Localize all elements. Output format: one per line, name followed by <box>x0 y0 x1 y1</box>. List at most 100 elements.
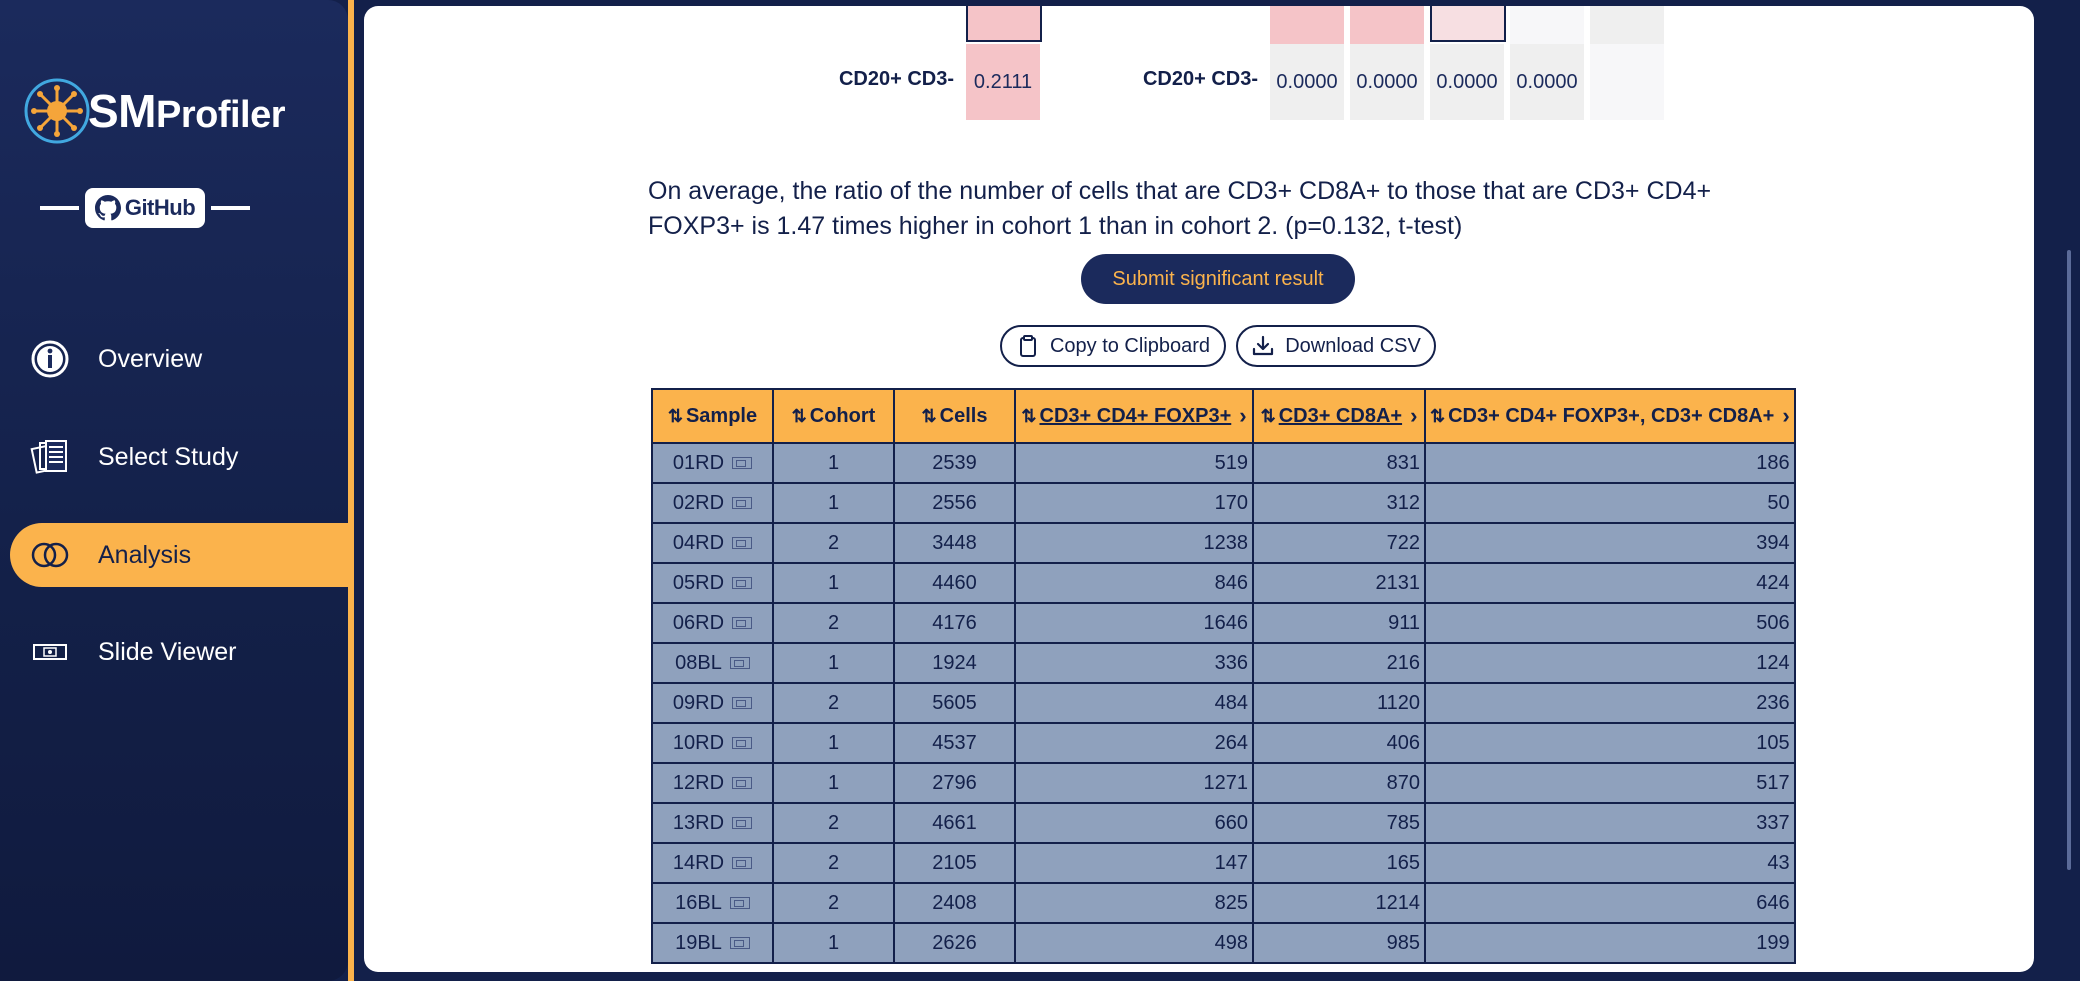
cell-foxp3: 170 <box>1014 482 1254 524</box>
slide-view-icon[interactable] <box>732 777 753 790</box>
slide-view-icon[interactable] <box>732 497 753 510</box>
download-csv-button[interactable]: Download CSV <box>1236 325 1436 367</box>
cell-sample: 10RD <box>651 722 774 764</box>
cell-foxp3-value: 498 <box>1214 931 1248 954</box>
sort-icon[interactable]: ⇅ <box>668 406 683 427</box>
heatmap-cell-left[interactable]: 0.2111 <box>966 44 1040 120</box>
copy-to-clipboard-button[interactable]: Copy to Clipboard <box>1000 325 1226 367</box>
sort-icon[interactable]: ⇅ <box>1021 406 1036 427</box>
slide-view-icon[interactable] <box>729 657 750 670</box>
chevron-right-icon[interactable]: › <box>1239 403 1246 429</box>
heatmap-cell[interactable] <box>1590 6 1664 44</box>
cell-foxp3: 336 <box>1014 642 1254 684</box>
cell-cells: 2539 <box>893 442 1016 484</box>
nav-analysis[interactable]: Analysis <box>10 523 348 587</box>
column-header-label[interactable]: CD3+ CD4+ FOXP3+ <box>1040 405 1232 428</box>
cell-combined-value: 517 <box>1756 771 1790 794</box>
cell-foxp3-value: 1238 <box>1203 531 1249 554</box>
cell-cohort: 2 <box>772 682 895 724</box>
heatmap-cell[interactable]: 0.0000 <box>1430 44 1504 120</box>
slide-view-icon[interactable] <box>732 537 753 550</box>
sort-icon[interactable]: ⇅ <box>922 406 937 427</box>
cell-combined-value: 394 <box>1756 531 1790 554</box>
cell-foxp3: 660 <box>1014 802 1254 844</box>
scrollbar[interactable] <box>2067 250 2071 870</box>
cell-combined: 50 <box>1424 482 1796 524</box>
slide-icon <box>30 632 70 672</box>
cell-cd8a-value: 165 <box>1386 851 1420 874</box>
slide-view-icon[interactable] <box>729 897 750 910</box>
cell-cd8a-value: 911 <box>1388 611 1420 634</box>
heatmap-cell[interactable]: 0.0000 <box>1510 44 1584 120</box>
sort-icon[interactable]: ⇅ <box>792 406 807 427</box>
heatmap-cell-empty[interactable] <box>1590 44 1664 120</box>
cell-cells: 2408 <box>893 882 1016 924</box>
submit-significant-result-button[interactable]: Submit significant result <box>1081 254 1355 304</box>
cell-sample: 05RD <box>651 562 774 604</box>
cell-cohort-value: 1 <box>827 571 840 594</box>
sort-icon[interactable]: ⇅ <box>1430 406 1445 427</box>
smprofiler-logo[interactable]: SM Profiler <box>22 76 286 146</box>
slide-view-icon[interactable] <box>732 457 753 470</box>
heatmap-cell[interactable] <box>1270 6 1344 44</box>
divider-right <box>211 206 250 210</box>
cell-combined-value: 506 <box>1756 611 1790 634</box>
cell-combined: 394 <box>1424 522 1796 564</box>
table-row: 01RD 1 2539 519 831 186 <box>651 442 1796 484</box>
cell-cohort: 1 <box>772 562 895 604</box>
nav-select-study-label: Select Study <box>98 442 239 471</box>
cell-cells-value: 5605 <box>932 691 977 714</box>
cell-combined-value: 186 <box>1756 451 1790 474</box>
cell-combined: 186 <box>1424 442 1796 484</box>
nav-slide-viewer[interactable]: Slide Viewer <box>10 620 348 684</box>
cell-cd8a: 2131 <box>1252 562 1426 604</box>
heatmap-cell[interactable] <box>1350 6 1424 44</box>
nav-overview[interactable]: Overview <box>10 327 348 391</box>
column-header-combined[interactable]: ⇅ CD3+ CD4+ FOXP3+, CD3+ CD8A+ › <box>1424 388 1796 444</box>
table-row: 04RD 2 3448 1238 722 394 <box>651 522 1796 564</box>
cell-cd8a-value: 870 <box>1386 771 1420 794</box>
slide-view-icon[interactable] <box>732 577 753 590</box>
column-header-cells[interactable]: ⇅ Cells <box>893 388 1016 444</box>
sort-icon[interactable]: ⇅ <box>1261 406 1276 427</box>
heatmap-cell[interactable] <box>1510 6 1584 44</box>
cell-sample: 01RD <box>651 442 774 484</box>
cell-count-table: ⇅ Sample ⇅ Cohort ⇅ Cells ⇅ CD3+ CD4+ FOXP3+… <box>651 388 1796 964</box>
sidebar-accent-strip <box>348 0 354 981</box>
table-row: 14RD 2 2105 147 165 43 <box>651 842 1796 884</box>
slide-view-icon[interactable] <box>729 937 750 950</box>
cell-cd8a: 985 <box>1252 922 1426 964</box>
cell-foxp3: 264 <box>1014 722 1254 764</box>
heatmap-cell[interactable] <box>966 6 1042 42</box>
slide-view-icon[interactable] <box>732 697 753 710</box>
cell-cells: 2105 <box>893 842 1016 884</box>
heatmap-cell[interactable] <box>1430 6 1506 42</box>
cell-sample-value: 14RD <box>672 851 725 874</box>
slide-view-icon[interactable] <box>732 817 753 830</box>
slide-view-icon[interactable] <box>732 617 753 630</box>
cell-combined-value: 236 <box>1756 691 1790 714</box>
chevron-right-icon[interactable]: › <box>1782 403 1789 429</box>
cell-cohort: 1 <box>772 722 895 764</box>
slide-view-icon[interactable] <box>732 737 753 750</box>
cell-foxp3: 846 <box>1014 562 1254 604</box>
column-header-cohort[interactable]: ⇅ Cohort <box>772 388 895 444</box>
column-header-label: CD3+ CD4+ FOXP3+, CD3+ CD8A+ <box>1448 404 1775 427</box>
cell-combined-value: 646 <box>1756 891 1790 914</box>
column-header-cd8a[interactable]: ⇅ CD3+ CD8A+ › <box>1252 388 1426 444</box>
column-header-label[interactable]: CD3+ CD8A+ <box>1279 405 1402 428</box>
cell-cells-value: 2105 <box>932 851 977 874</box>
nav-analysis-label: Analysis <box>98 540 192 569</box>
cell-sample: 02RD <box>651 482 774 524</box>
heatmap-cell[interactable]: 0.0000 <box>1350 44 1424 120</box>
nav-select-study[interactable]: Select Study <box>10 425 348 489</box>
column-header-sample[interactable]: ⇅ Sample <box>651 388 774 444</box>
chevron-right-icon[interactable]: › <box>1410 403 1417 429</box>
main-panel: CD20+ CD3- 0.2111 CD20+ CD3- 0.0000 0.00… <box>364 6 2034 972</box>
cell-foxp3: 1646 <box>1014 602 1254 644</box>
heatmap-cell[interactable]: 0.0000 <box>1270 44 1344 120</box>
slide-view-icon[interactable] <box>732 857 753 870</box>
github-button[interactable]: GitHub <box>85 188 205 228</box>
cell-combined: 124 <box>1424 642 1796 684</box>
column-header-foxp3[interactable]: ⇅ CD3+ CD4+ FOXP3+ › <box>1014 388 1254 444</box>
